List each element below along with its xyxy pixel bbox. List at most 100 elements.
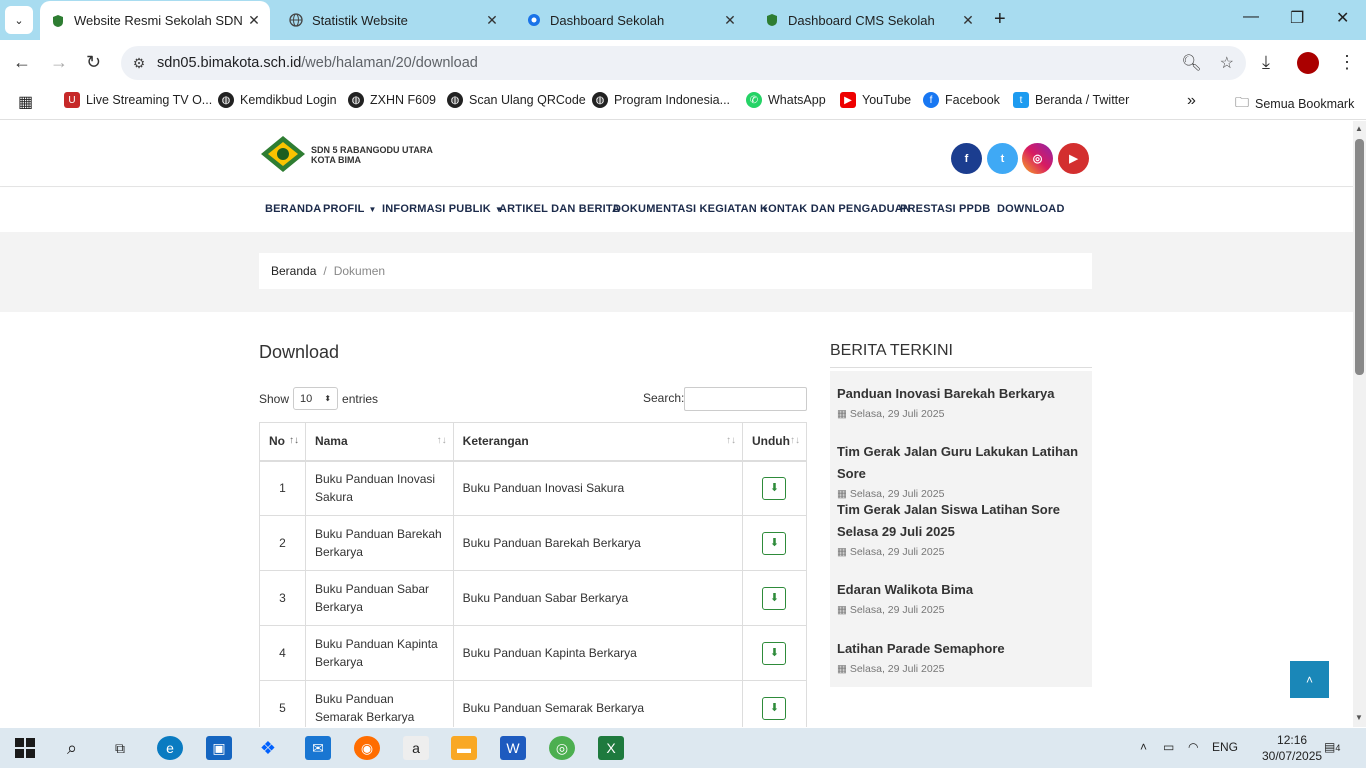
bookmark-kemdikbud[interactable]: ◍ Kemdikbud Login	[218, 92, 337, 108]
site-info-icon[interactable]: ⚙	[121, 55, 157, 72]
clock[interactable]: 12:16 30/07/2025	[1262, 732, 1322, 764]
nav-prestasi[interactable]: PRESTASI	[900, 203, 956, 215]
table-search-input[interactable]	[684, 387, 807, 411]
download-button[interactable]: ⬇	[762, 476, 787, 500]
dropbox-icon[interactable]: ❖	[255, 736, 281, 760]
instagram-icon[interactable]: ◎	[1022, 143, 1053, 174]
news-date: ▦ Selasa, 29 Juli 2025	[837, 663, 1089, 675]
tab-dashboard-cms[interactable]: Dashboard CMS Sekolah ✕	[754, 0, 984, 40]
word-icon[interactable]: W	[500, 736, 526, 760]
bookmark-twitter[interactable]: t Beranda / Twitter	[1013, 92, 1129, 108]
facebook-icon: f	[923, 92, 939, 108]
language-indicator[interactable]: ENG	[1212, 740, 1238, 754]
bookmark-zxhn[interactable]: ◍ ZXHN F609	[348, 92, 436, 108]
download-button[interactable]: ⬇	[762, 641, 787, 665]
page-scrollbar[interactable]: ▲ ▼	[1353, 121, 1366, 727]
search-icon[interactable]: ⌕	[59, 736, 85, 760]
scroll-up-arrow-icon[interactable]: ▲	[1355, 124, 1363, 133]
nav-informasi-publik[interactable]: INFORMASI PUBLIK ▼	[382, 203, 503, 215]
chevron-up-icon[interactable]: ˄	[1140, 740, 1147, 754]
menu-icon[interactable]: ⋮	[1338, 52, 1356, 73]
battery-icon[interactable]: ▭	[1163, 740, 1174, 754]
forward-button[interactable]: →	[50, 52, 68, 73]
breadcrumb-home-link[interactable]: Beranda	[271, 264, 316, 278]
facebook-icon[interactable]: f	[951, 143, 982, 174]
scroll-down-arrow-icon[interactable]: ▼	[1355, 713, 1363, 722]
nav-ppdb[interactable]: PPDB	[959, 203, 990, 215]
close-icon[interactable]: ✕	[718, 12, 742, 29]
download-button[interactable]: ⬇	[762, 531, 787, 555]
nav-download[interactable]: DOWNLOAD	[997, 203, 1065, 215]
scroll-to-top-button[interactable]: ˄	[1290, 661, 1329, 698]
scrollbar-thumb[interactable]	[1355, 139, 1364, 375]
tab-search-button[interactable]: ⌄	[5, 6, 33, 34]
bookmark-star-icon[interactable]: ☆	[1220, 53, 1234, 73]
edge-icon[interactable]: e	[157, 736, 183, 760]
nav-beranda[interactable]: BERANDA	[265, 203, 321, 215]
close-icon[interactable]: ✕	[956, 12, 980, 29]
school-logo-icon[interactable]	[259, 135, 307, 173]
store-icon[interactable]: ▣	[206, 736, 232, 760]
youtube-icon[interactable]: ▶	[1058, 143, 1089, 174]
file-explorer-icon[interactable]: ▬	[451, 736, 477, 760]
download-button[interactable]: ⬇	[762, 696, 787, 720]
bookmark-youtube[interactable]: ▶ YouTube	[840, 92, 911, 108]
entries-select[interactable]: 10 ⬍	[293, 387, 339, 410]
download-icon[interactable]: ⤓	[1262, 52, 1270, 73]
bookmark-whatsapp[interactable]: ✆ WhatsApp	[746, 92, 826, 108]
reload-button[interactable]: ↻	[86, 52, 101, 73]
news-item[interactable]: Edaran Walikota Bima ▦ Selasa, 29 Juli 2…	[837, 579, 1089, 616]
news-item[interactable]: Latihan Parade Semaphore ▦ Selasa, 29 Ju…	[837, 638, 1089, 675]
news-title[interactable]: Latihan Parade Semaphore	[837, 638, 1089, 660]
close-window-button[interactable]: ✕	[1336, 8, 1349, 28]
school-name[interactable]: SDN 5 RABANGODU UTARA KOTA BIMA	[311, 145, 433, 165]
column-header-unduh[interactable]: Unduh ↑↓	[741, 422, 808, 462]
nav-profil[interactable]: PROFIL ▼	[323, 203, 377, 215]
tab-statistik[interactable]: Statistik Website ✕	[278, 0, 508, 40]
address-bar[interactable]: ⚙ sdn05.bimakota.sch.id/web/halaman/20/d…	[121, 46, 1246, 80]
apps-icon[interactable]: ▦	[18, 92, 33, 112]
chrome-icon[interactable]: ◎	[549, 736, 575, 760]
close-icon[interactable]: ✕	[242, 12, 266, 29]
zoom-icon[interactable]: 🔍︎	[1181, 53, 1201, 73]
column-header-keterangan[interactable]: Keterangan ↑↓	[452, 422, 743, 462]
restore-button[interactable]: ❐	[1290, 8, 1304, 28]
tab-website-resmi[interactable]: Website Resmi Sekolah SDN 05 ✕	[40, 1, 270, 40]
task-view-icon[interactable]: ⧉	[107, 736, 133, 760]
windows-start-icon[interactable]	[12, 736, 38, 760]
news-title[interactable]: Panduan Inovasi Barekah Berkarya	[837, 383, 1089, 405]
all-bookmarks-folder[interactable]: 🗀 Semua Bookmark	[1235, 92, 1354, 116]
bookmark-scan-qrcode[interactable]: ◍ Scan Ulang QRCode	[447, 92, 586, 108]
download-button[interactable]: ⬇	[762, 586, 787, 610]
bookmark-program-indonesia[interactable]: ◍ Program Indonesia...	[592, 92, 730, 108]
news-item[interactable]: Tim Gerak Jalan Siswa Latihan Sore Selas…	[837, 499, 1089, 558]
column-header-nama[interactable]: Nama ↑↓	[304, 422, 454, 462]
nav-dokumentasi-kegiatan[interactable]: DOKUMENTASI KEGIATAN ▼	[613, 203, 769, 215]
new-tab-button[interactable]: +	[994, 8, 1006, 31]
news-item[interactable]: Panduan Inovasi Barekah Berkarya ▦ Selas…	[837, 383, 1089, 420]
bookmark-facebook[interactable]: f Facebook	[923, 92, 1000, 108]
minimize-button[interactable]: —	[1243, 8, 1259, 26]
notification-icon[interactable]: ▤4	[1324, 740, 1340, 754]
profile-avatar[interactable]	[1297, 52, 1319, 74]
nav-artikel-berita[interactable]: ARTIKEL DAN BERITA	[499, 203, 620, 215]
firefox-icon[interactable]: ◉	[354, 736, 380, 760]
nav-kontak-pengaduan[interactable]: KONTAK DAN PENGADUAN	[760, 203, 911, 215]
wifi-icon[interactable]: ◠	[1188, 740, 1198, 754]
url-host: sdn05.bimakota.sch.id	[157, 55, 302, 71]
back-button[interactable]: ←	[13, 52, 31, 73]
mail-icon[interactable]: ✉	[305, 736, 331, 760]
twitter-icon[interactable]: t	[987, 143, 1018, 174]
news-title[interactable]: Edaran Walikota Bima	[837, 579, 1089, 601]
news-item[interactable]: Tim Gerak Jalan Guru Lakukan Latihan Sor…	[837, 441, 1089, 500]
excel-icon[interactable]: X	[598, 736, 624, 760]
news-title[interactable]: Tim Gerak Jalan Guru Lakukan Latihan Sor…	[837, 441, 1089, 485]
column-header-no[interactable]: No ↑↓	[259, 422, 306, 462]
tab-dashboard-sekolah[interactable]: Dashboard Sekolah ✕	[516, 0, 746, 40]
amazon-icon[interactable]: a	[403, 736, 429, 760]
more-bookmarks-icon[interactable]: »	[1187, 92, 1196, 110]
close-icon[interactable]: ✕	[480, 12, 504, 29]
bookmark-live-streaming[interactable]: U Live Streaming TV O...	[64, 92, 212, 108]
url-text[interactable]: sdn05.bimakota.sch.id/web/halaman/20/dow…	[157, 55, 478, 71]
news-title[interactable]: Tim Gerak Jalan Siswa Latihan Sore Selas…	[837, 499, 1089, 543]
